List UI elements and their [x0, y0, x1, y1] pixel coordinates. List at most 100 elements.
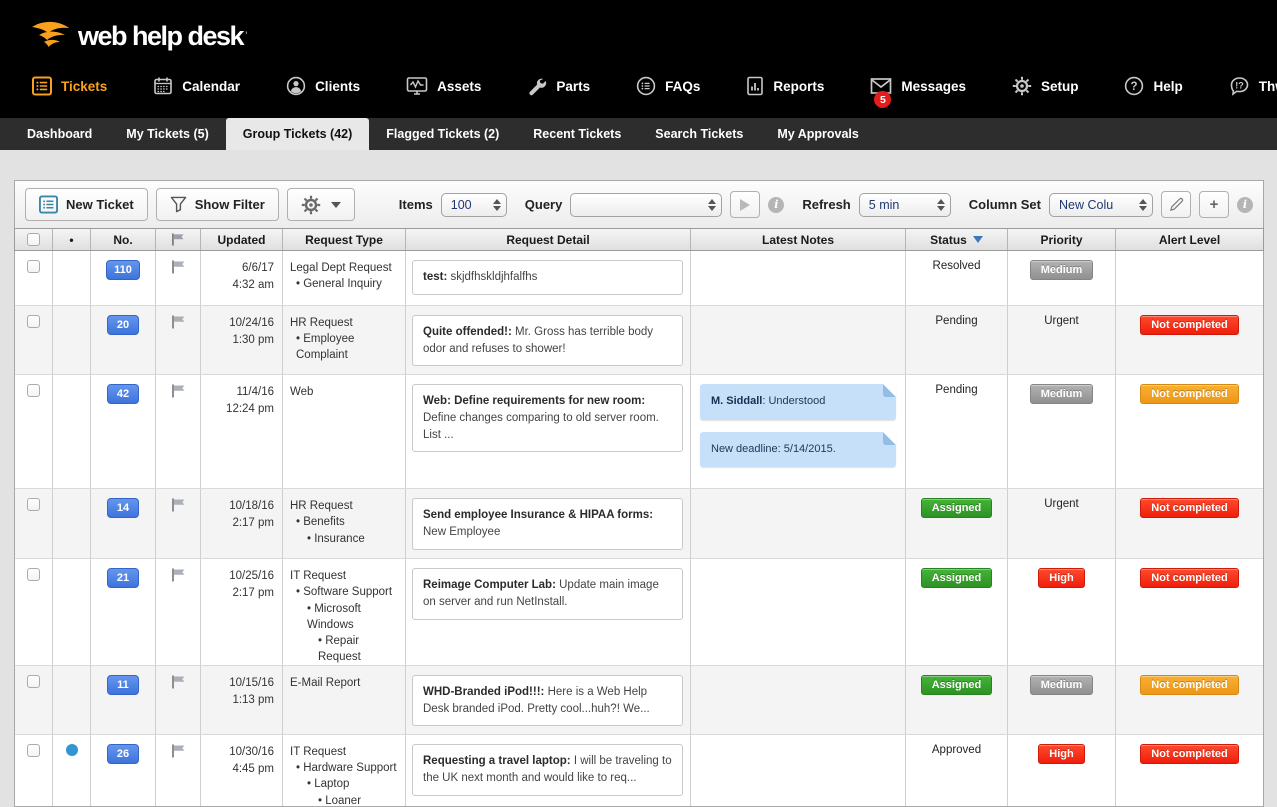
tab-recent-tickets[interactable]: Recent Tickets	[516, 118, 638, 150]
table-row: 110 6/6/17 4:32 am Legal Dept Request• G…	[15, 251, 1263, 306]
add-column-set-button[interactable]: +	[1199, 191, 1229, 218]
column-header-label: Request Detail	[506, 233, 589, 247]
calendar-icon	[153, 76, 173, 96]
column-header-dot[interactable]: •	[53, 229, 91, 250]
nav-item-label: Parts	[556, 79, 590, 94]
nav-item-thwack[interactable]: !?Thwack	[1229, 76, 1277, 96]
column-set-select[interactable]: New Colu	[1049, 193, 1153, 217]
request-type-cell: E-Mail Report	[283, 666, 406, 734]
row-checkbox[interactable]	[27, 744, 40, 757]
query-info-icon[interactable]: i	[768, 197, 784, 213]
column-header-request-detail[interactable]: Request Detail	[406, 229, 691, 250]
ticket-number-badge[interactable]: 20	[107, 315, 139, 335]
row-checkbox[interactable]	[27, 675, 40, 688]
refresh-label: Refresh	[802, 197, 850, 212]
alert-level-badge: Not completed	[1140, 568, 1238, 588]
nav-item-label: Clients	[315, 79, 360, 94]
column-header-request-type[interactable]: Request Type	[283, 229, 406, 250]
nav-item-messages[interactable]: 5Messages	[870, 77, 966, 95]
request-detail-box[interactable]: test: skjdfhskldjhfalfhs	[412, 260, 683, 295]
tab-dashboard[interactable]: Dashboard	[10, 118, 109, 150]
ticket-number-badge[interactable]: 26	[107, 744, 139, 764]
column-set-info-icon[interactable]: i	[1237, 197, 1253, 213]
logo-text: web help desk	[78, 21, 243, 52]
tab-flagged-tickets[interactable]: Flagged Tickets (2)	[369, 118, 516, 150]
nav-item-tickets[interactable]: Tickets	[32, 76, 107, 96]
request-type-cell: IT Request• Software Support• Microsoft …	[283, 559, 406, 665]
flag-icon[interactable]	[171, 498, 186, 512]
flag-icon[interactable]	[171, 744, 186, 758]
refresh-select[interactable]: 5 min	[859, 193, 951, 217]
row-checkbox[interactable]	[27, 568, 40, 581]
flag-column-header[interactable]	[156, 229, 201, 250]
nav-item-reports[interactable]: Reports	[746, 76, 824, 96]
status-badge: Pending	[935, 384, 977, 396]
column-header-no[interactable]: No.	[91, 229, 156, 250]
select-all-header[interactable]	[15, 229, 53, 250]
updated-date: 11/4/16	[201, 384, 274, 401]
query-label: Query	[525, 197, 563, 212]
row-checkbox[interactable]	[27, 498, 40, 511]
show-filter-button[interactable]: Show Filter	[156, 188, 279, 221]
column-header-latest-notes[interactable]: Latest Notes	[691, 229, 906, 250]
row-checkbox[interactable]	[27, 384, 40, 397]
updated-date: 10/30/16	[201, 744, 274, 761]
nav-item-label: Reports	[773, 79, 824, 94]
select-all-checkbox[interactable]	[27, 233, 40, 246]
column-header-priority[interactable]: Priority	[1008, 229, 1116, 250]
request-type-line: IT Request	[290, 744, 401, 760]
ticket-number-badge[interactable]: 21	[107, 568, 139, 588]
ticket-number-badge[interactable]: 11	[107, 675, 139, 695]
alert-level-cell: Not completed	[1116, 559, 1263, 665]
nav-item-assets[interactable]: Assets	[406, 76, 481, 96]
tab-search-tickets[interactable]: Search Tickets	[638, 118, 760, 150]
flag-icon[interactable]	[171, 675, 186, 689]
run-query-button[interactable]	[730, 191, 760, 218]
request-type-line: HR Request	[290, 315, 401, 331]
request-detail-box[interactable]: WHD-Branded iPod!!!: Here is a Web Help …	[412, 675, 683, 726]
tab-my-tickets[interactable]: My Tickets (5)	[109, 118, 225, 150]
nav-item-parts[interactable]: Parts	[527, 76, 590, 96]
tickets-list-icon	[32, 76, 52, 96]
column-header-label: Request Type	[305, 233, 383, 247]
flag-icon[interactable]	[171, 260, 186, 274]
tab-group-tickets[interactable]: Group Tickets (42)	[226, 118, 370, 150]
row-checkbox[interactable]	[27, 260, 40, 273]
svg-text:!?: !?	[1235, 80, 1244, 90]
ticket-no-cell: 26	[91, 735, 156, 807]
request-detail-box[interactable]: Web: Define requirements for new room: D…	[412, 384, 683, 452]
nav-item-setup[interactable]: Setup	[1012, 76, 1079, 96]
column-header-updated[interactable]: Updated	[201, 229, 283, 250]
nav-item-faqs[interactable]: FAQs	[636, 76, 700, 96]
ticket-number-badge[interactable]: 42	[107, 384, 139, 404]
nav-item-help[interactable]: ?Help	[1124, 76, 1182, 96]
gear-menu-button[interactable]	[287, 188, 355, 221]
request-type-line: E-Mail Report	[290, 675, 401, 691]
updated-date: 10/15/16	[201, 675, 274, 692]
items-select[interactable]: 100	[441, 193, 507, 217]
edit-column-set-button[interactable]	[1161, 191, 1191, 218]
flag-icon[interactable]	[171, 315, 186, 329]
new-ticket-button[interactable]: New Ticket	[25, 188, 148, 221]
request-type-line: Web	[290, 384, 401, 400]
unread-messages-badge: 5	[874, 91, 891, 108]
ticket-number-badge[interactable]: 14	[107, 498, 139, 518]
column-header-alert-level[interactable]: Alert Level	[1116, 229, 1263, 250]
request-detail-box[interactable]: Requesting a travel laptop: I will be tr…	[412, 744, 683, 795]
request-detail-box[interactable]: Reimage Computer Lab: Update main image …	[412, 568, 683, 619]
ticket-no-cell: 20	[91, 306, 156, 374]
request-detail-box[interactable]: Quite offended!: Mr. Gross has terrible …	[412, 315, 683, 366]
query-select[interactable]	[570, 193, 722, 217]
select-cell	[15, 375, 53, 488]
unread-cell	[53, 489, 91, 558]
row-checkbox[interactable]	[27, 315, 40, 328]
nav-item-clients[interactable]: Clients	[286, 76, 360, 96]
flag-icon[interactable]	[171, 384, 186, 398]
flag-icon[interactable]	[171, 568, 186, 582]
nav-item-calendar[interactable]: Calendar	[153, 76, 240, 96]
toolbar: New Ticket Show Filter Items 100 Query i	[14, 180, 1264, 228]
tab-my-approvals[interactable]: My Approvals	[760, 118, 876, 150]
ticket-number-badge[interactable]: 110	[106, 260, 140, 280]
request-detail-box[interactable]: Send employee Insurance & HIPAA forms: N…	[412, 498, 683, 549]
column-header-status[interactable]: Status	[906, 229, 1008, 250]
